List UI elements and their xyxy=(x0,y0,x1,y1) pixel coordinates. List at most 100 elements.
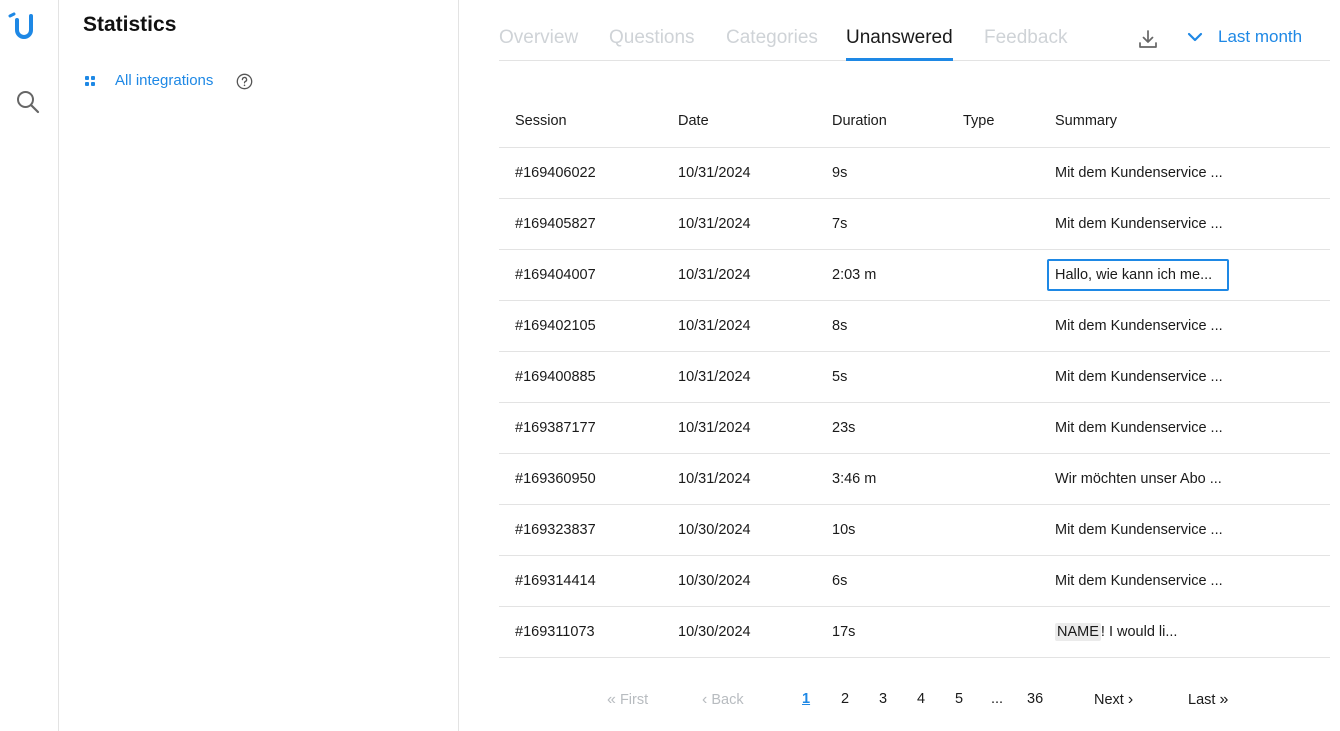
date-cell: 10/31/2024 xyxy=(662,147,816,199)
summary-cell: NAME! I would li... xyxy=(1039,606,1330,658)
page-3-button[interactable]: 3 xyxy=(879,691,887,707)
session-id-cell: #169405827 xyxy=(499,198,662,250)
type-cell xyxy=(947,300,1039,352)
tab-bar: Overview Questions Categories Unanswered… xyxy=(499,0,1330,61)
page-2-button[interactable]: 2 xyxy=(841,691,849,707)
table-row[interactable]: #169314414 10/30/2024 6s Mit dem Kundens… xyxy=(499,555,1330,607)
column-header-summary[interactable]: Summary xyxy=(1039,96,1330,148)
page-title: Statistics xyxy=(83,13,177,36)
all-integrations-link[interactable]: All integrations xyxy=(85,72,213,89)
session-id-cell: #169404007 xyxy=(499,249,662,301)
duration-cell: 10s xyxy=(816,504,947,556)
table-row[interactable]: #169404007 10/31/2024 2:03 m Hallo, wie … xyxy=(499,249,1330,301)
download-icon[interactable] xyxy=(1137,28,1159,50)
left-rail xyxy=(0,0,59,731)
summary-cell: Hallo, wie kann ich me... xyxy=(1039,249,1330,301)
brand-u-icon[interactable] xyxy=(8,10,40,42)
summary-text: Mit dem Kundenservice ... xyxy=(1055,521,1223,538)
duration-cell: 8s xyxy=(816,300,947,352)
last-page-label: Last xyxy=(1188,691,1216,708)
tab-unanswered[interactable]: Unanswered xyxy=(846,27,953,61)
page-ellipsis: ... xyxy=(991,691,1004,707)
column-header-date[interactable]: Date xyxy=(662,96,816,148)
last-page-button[interactable]: Last » xyxy=(1188,691,1228,709)
search-icon[interactable] xyxy=(15,89,41,115)
type-cell xyxy=(947,249,1039,301)
date-cell: 10/30/2024 xyxy=(662,606,816,658)
back-page-label: Back xyxy=(711,691,744,708)
session-id-cell: #169402105 xyxy=(499,300,662,352)
table-row[interactable]: #169400885 10/31/2024 5s Mit dem Kundens… xyxy=(499,351,1330,403)
statistics-panel: Statistics All integrations xyxy=(59,0,459,731)
type-cell xyxy=(947,504,1039,556)
summary-cell: Mit dem Kundenservice ... xyxy=(1039,300,1330,352)
summary-cell: Mit dem Kundenservice ... xyxy=(1039,555,1330,607)
table-row[interactable]: #169405827 10/31/2024 7s Mit dem Kundens… xyxy=(499,198,1330,250)
summary-text: Mit dem Kundenservice ... xyxy=(1055,317,1223,334)
session-id-cell: #169323837 xyxy=(499,504,662,556)
column-header-type[interactable]: Type xyxy=(947,96,1039,148)
name-placeholder-tag: NAME xyxy=(1055,622,1101,641)
period-selector[interactable]: Last month xyxy=(1186,27,1302,47)
type-cell xyxy=(947,402,1039,454)
main-content: Overview Questions Categories Unanswered… xyxy=(459,0,1340,731)
type-cell xyxy=(947,555,1039,607)
session-id-cell: #169387177 xyxy=(499,402,662,454)
table-row[interactable]: #169311073 10/30/2024 17s NAME! I would … xyxy=(499,606,1330,658)
type-cell xyxy=(947,198,1039,250)
page-1-button[interactable]: 1 xyxy=(802,691,810,707)
table-row[interactable]: #169406022 10/31/2024 9s Mit dem Kundens… xyxy=(499,147,1330,199)
duration-cell: 2:03 m xyxy=(816,249,947,301)
duration-cell: 23s xyxy=(816,402,947,454)
table-row[interactable]: #169402105 10/31/2024 8s Mit dem Kundens… xyxy=(499,300,1330,352)
date-cell: 10/31/2024 xyxy=(662,198,816,250)
date-cell: 10/30/2024 xyxy=(662,555,816,607)
tab-categories[interactable]: Categories xyxy=(726,27,818,49)
all-integrations-label: All integrations xyxy=(115,72,214,89)
tab-overview[interactable]: Overview xyxy=(499,27,578,49)
type-cell xyxy=(947,606,1039,658)
duration-cell: 9s xyxy=(816,147,947,199)
summary-cell: Mit dem Kundenservice ... xyxy=(1039,402,1330,454)
date-cell: 10/31/2024 xyxy=(662,453,816,505)
first-page-label: First xyxy=(619,691,649,708)
session-id-cell: #169314414 xyxy=(499,555,662,607)
summary-text-focused[interactable]: Hallo, wie kann ich me... xyxy=(1047,258,1229,291)
summary-text: Mit dem Kundenservice ... xyxy=(1055,215,1223,232)
summary-text: Wir möchten unser Abo ... xyxy=(1055,470,1222,487)
chevron-left-icon: ‹ xyxy=(702,691,708,708)
grid-icon xyxy=(85,75,95,86)
date-cell: 10/31/2024 xyxy=(662,351,816,403)
summary-text: Mit dem Kundenservice ... xyxy=(1055,572,1223,589)
type-cell xyxy=(947,147,1039,199)
summary-text: Mit dem Kundenservice ... xyxy=(1055,164,1223,181)
page-36-button[interactable]: 36 xyxy=(1027,691,1043,707)
type-cell xyxy=(947,351,1039,403)
summary-text: NAME! I would li... xyxy=(1055,622,1177,641)
sessions-table: Session Date Duration Type Summary #1694… xyxy=(499,96,1330,658)
duration-cell: 6s xyxy=(816,555,947,607)
column-header-duration[interactable]: Duration xyxy=(816,96,947,148)
first-page-button[interactable]: « First xyxy=(607,691,648,709)
chevron-right-icon: › xyxy=(1127,691,1134,708)
summary-text: Mit dem Kundenservice ... xyxy=(1055,368,1223,385)
table-row[interactable]: #169387177 10/31/2024 23s Mit dem Kunden… xyxy=(499,402,1330,454)
summary-cell: Mit dem Kundenservice ... xyxy=(1039,351,1330,403)
column-header-session[interactable]: Session xyxy=(499,96,662,148)
page-5-button[interactable]: 5 xyxy=(955,691,963,707)
next-page-button[interactable]: Next › xyxy=(1094,691,1133,709)
help-circle-icon[interactable] xyxy=(236,73,253,90)
date-cell: 10/31/2024 xyxy=(662,249,816,301)
page-4-button[interactable]: 4 xyxy=(917,691,925,707)
tab-feedback[interactable]: Feedback xyxy=(984,27,1067,49)
tab-questions[interactable]: Questions xyxy=(609,27,695,49)
date-cell: 10/31/2024 xyxy=(662,402,816,454)
date-cell: 10/31/2024 xyxy=(662,300,816,352)
table-row[interactable]: #169360950 10/31/2024 3:46 m Wir möchten… xyxy=(499,453,1330,505)
session-id-cell: #169360950 xyxy=(499,453,662,505)
session-id-cell: #169400885 xyxy=(499,351,662,403)
table-row[interactable]: #169323837 10/30/2024 10s Mit dem Kunden… xyxy=(499,504,1330,556)
back-page-button[interactable]: ‹ Back xyxy=(702,691,744,709)
summary-cell: Wir möchten unser Abo ... xyxy=(1039,453,1330,505)
next-page-label: Next xyxy=(1094,691,1124,708)
